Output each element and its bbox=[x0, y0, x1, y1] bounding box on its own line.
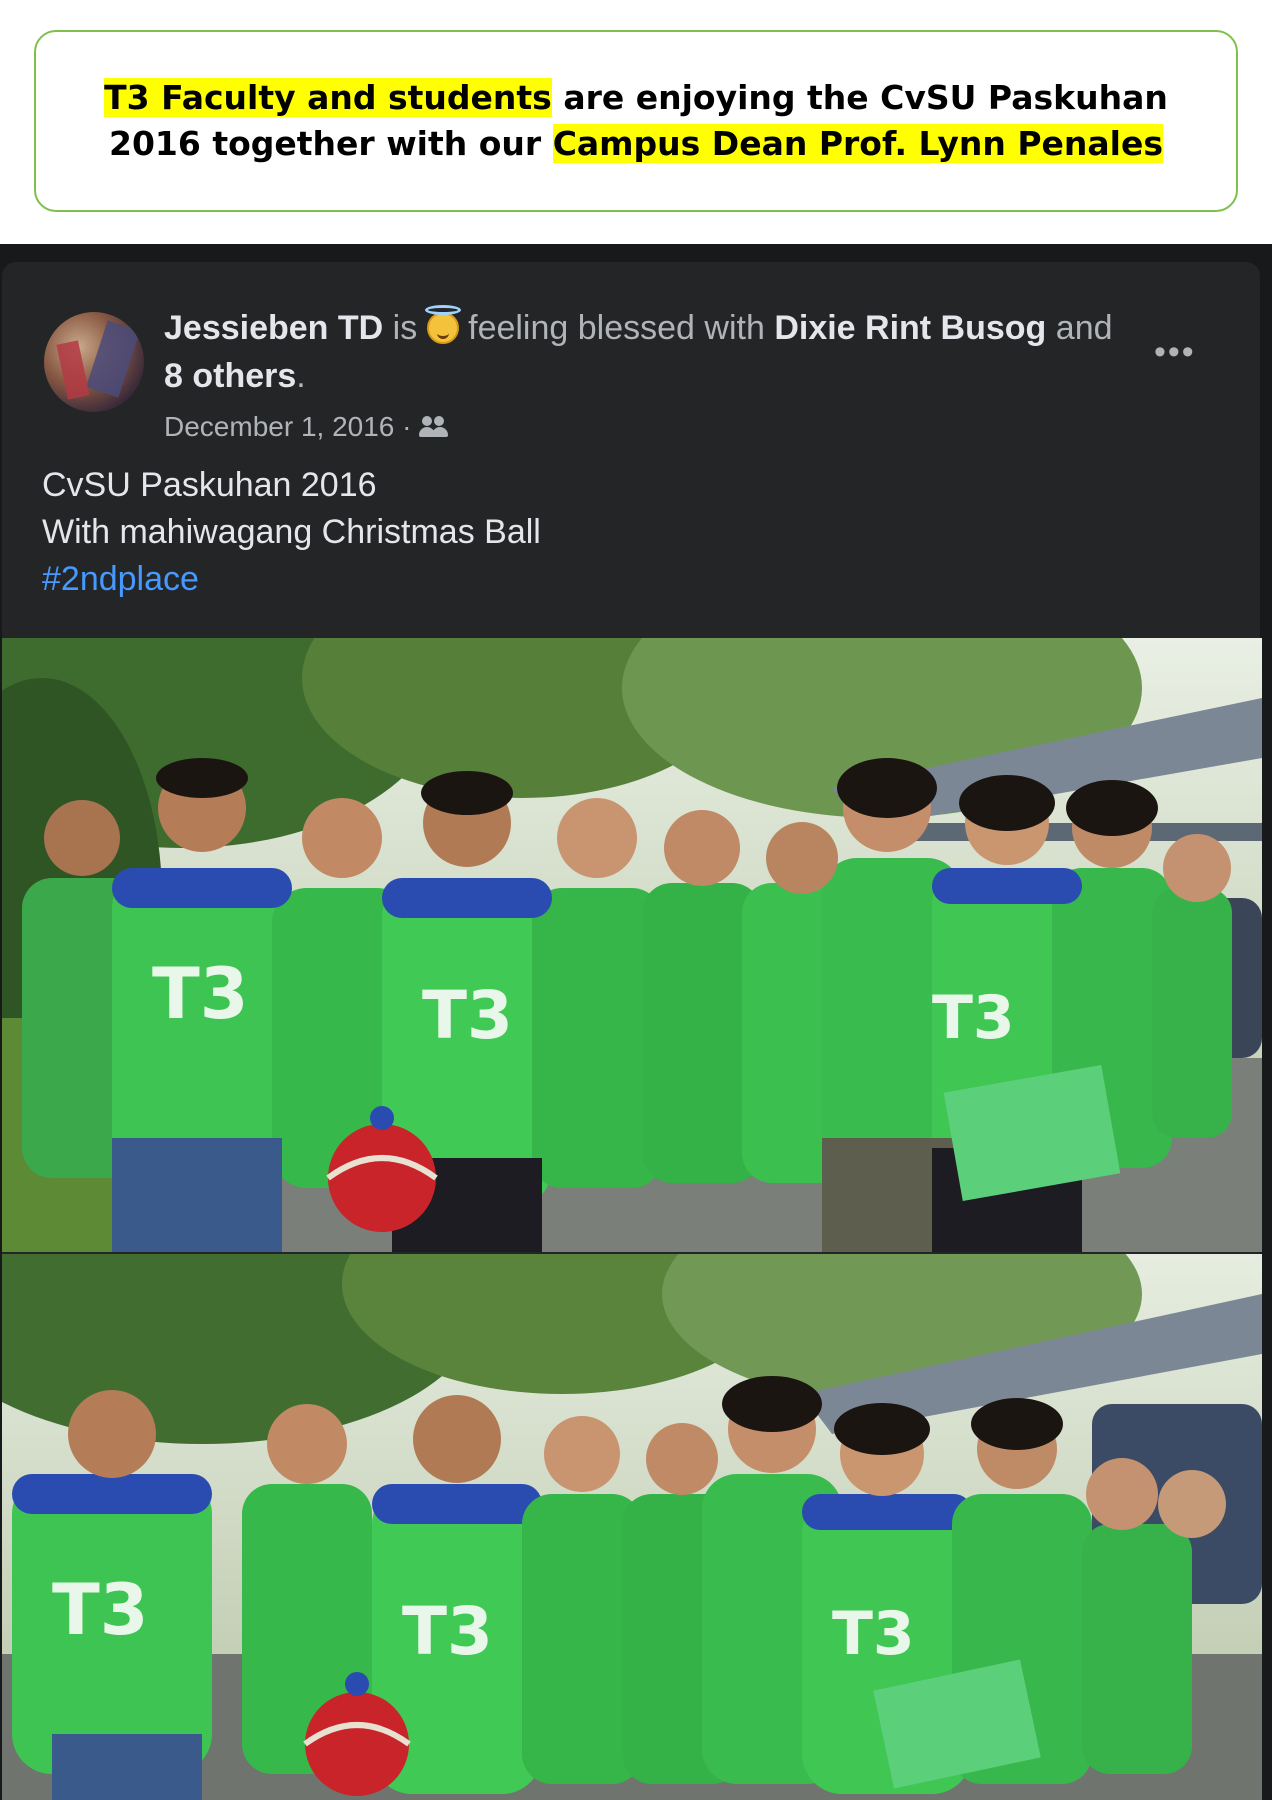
post-date-line: December 1, 2016 · bbox=[164, 410, 449, 444]
svg-text:T3: T3 bbox=[832, 1599, 915, 1669]
is-text: is bbox=[383, 309, 427, 347]
date-separator: · bbox=[394, 411, 420, 442]
feeling-text: feeling blessed with bbox=[458, 309, 775, 347]
caption-highlight-dean: Campus Dean Prof. Lynn Penales bbox=[552, 124, 1163, 163]
post-photo-2[interactable]: T3 T3 T3 bbox=[2, 1254, 1262, 1800]
post-text: CvSU Paskuhan 2016 With mahiwagang Chris… bbox=[42, 462, 541, 603]
facebook-post: Jessieben TD is feeling blessed with Dix… bbox=[0, 244, 1272, 1800]
period: . bbox=[296, 357, 306, 395]
svg-text:T3: T3 bbox=[152, 953, 248, 1035]
post-text-line2: With mahiwagang Christmas Ball bbox=[42, 513, 541, 551]
post-photo-1[interactable]: T3 T3 T3 bbox=[2, 638, 1262, 1252]
others-link[interactable]: 8 others bbox=[164, 357, 296, 395]
hashtag-link[interactable]: #2ndplace bbox=[42, 556, 541, 603]
svg-text:T3: T3 bbox=[932, 983, 1015, 1053]
svg-text:T3: T3 bbox=[422, 977, 513, 1054]
more-options-button[interactable]: ••• bbox=[1154, 335, 1196, 369]
and-text: and bbox=[1046, 309, 1113, 347]
post-card: Jessieben TD is feeling blessed with Dix… bbox=[2, 262, 1262, 1800]
tagged-person[interactable]: Dixie Rint Busog bbox=[774, 309, 1046, 347]
caption-box: T3 Faculty and students are enjoying the… bbox=[34, 30, 1238, 212]
caption-text: T3 Faculty and students are enjoying the… bbox=[71, 75, 1201, 167]
author-avatar[interactable] bbox=[44, 312, 144, 412]
caption-highlight-faculty: T3 Faculty and students bbox=[104, 78, 552, 117]
post-header: Jessieben TD is feeling blessed with Dix… bbox=[164, 304, 1124, 400]
post-text-line1: CvSU Paskuhan 2016 bbox=[42, 466, 377, 504]
friends-icon[interactable] bbox=[419, 416, 449, 438]
svg-text:T3: T3 bbox=[52, 1569, 148, 1651]
smiling-face-with-halo-icon bbox=[424, 305, 461, 344]
author-name[interactable]: Jessieben TD bbox=[164, 309, 383, 347]
post-date[interactable]: December 1, 2016 bbox=[164, 411, 394, 442]
svg-text:T3: T3 bbox=[402, 1593, 493, 1670]
